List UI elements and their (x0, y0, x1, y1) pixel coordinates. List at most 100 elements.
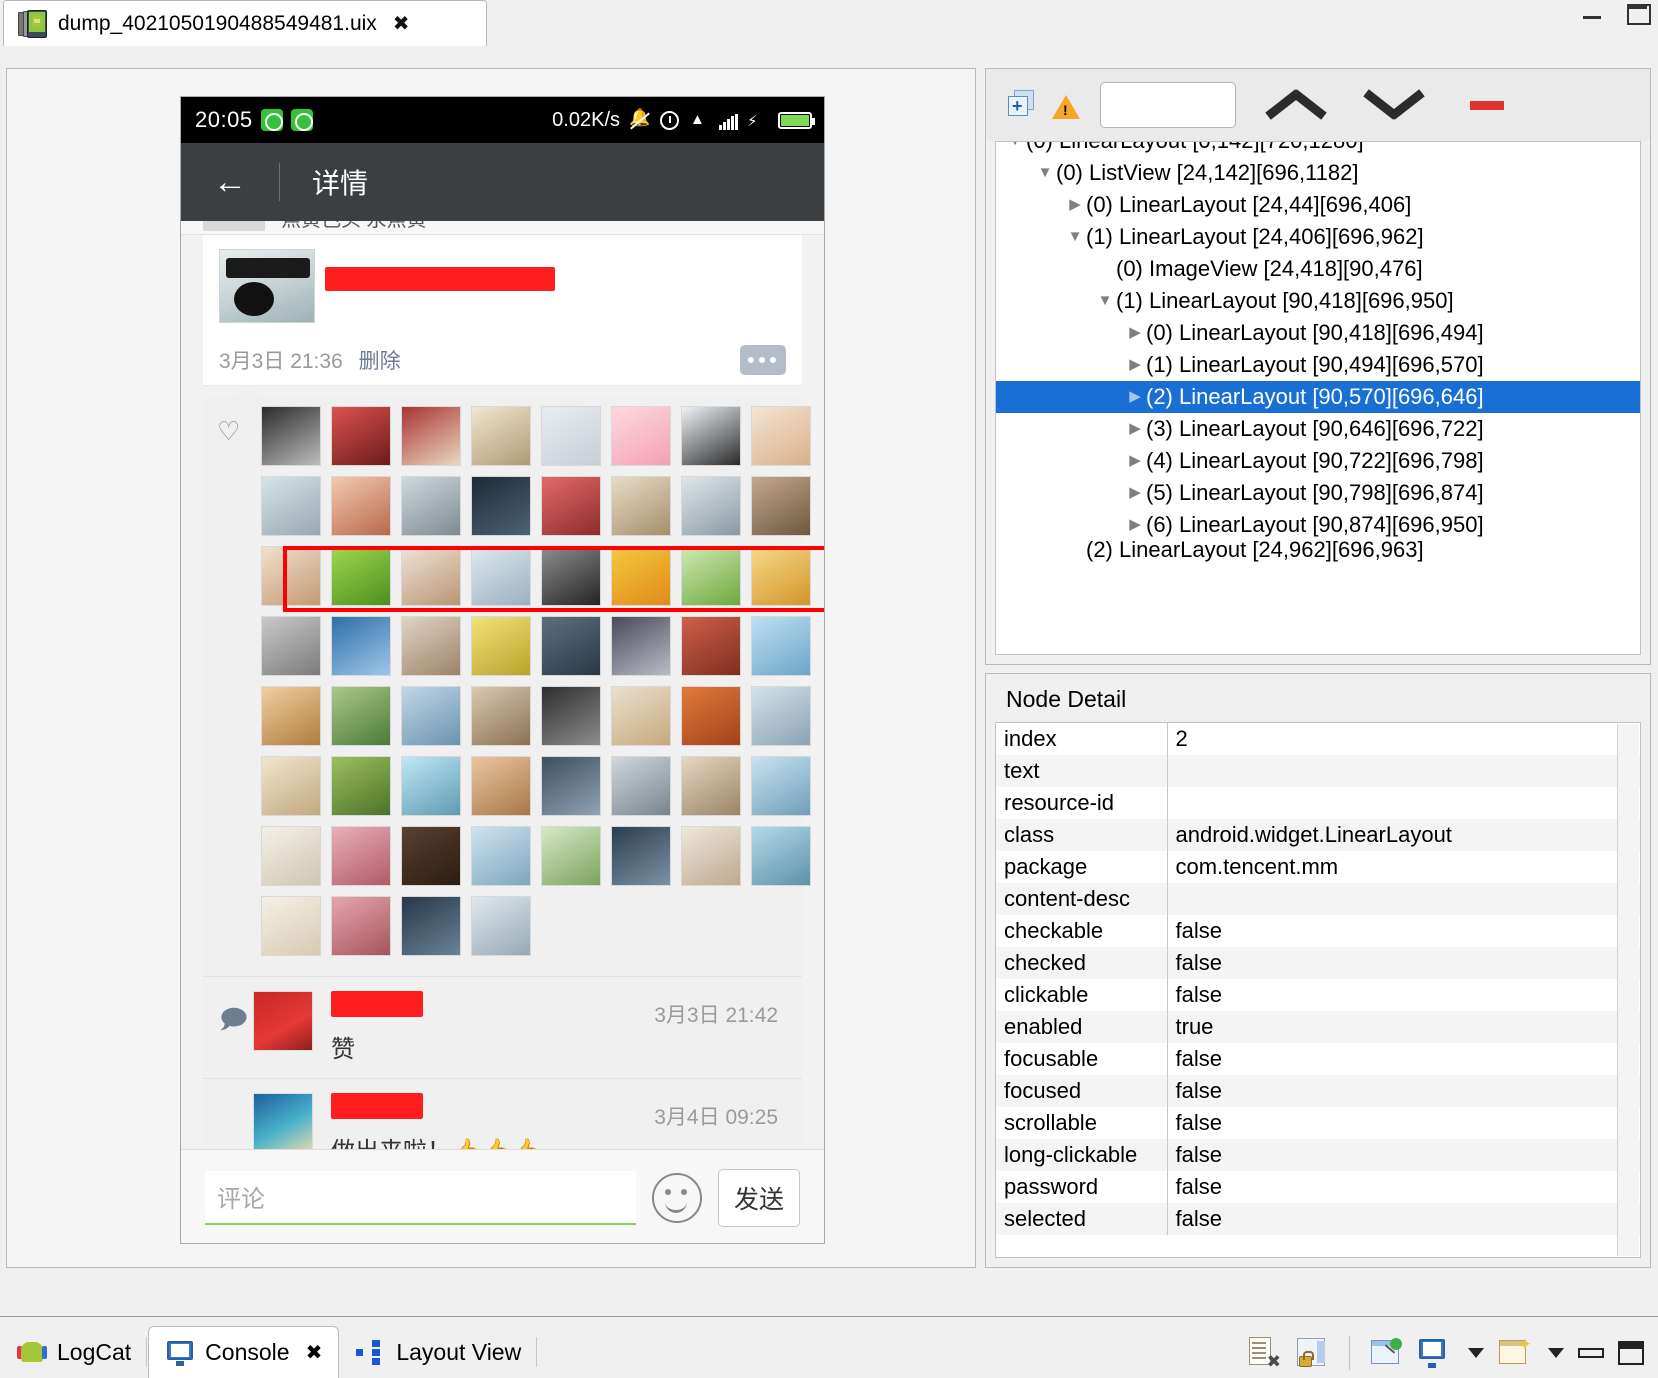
detail-row[interactable]: class android.widget.LinearLayout (996, 819, 1640, 851)
back-arrow-icon[interactable]: ← (213, 165, 247, 199)
tree-row[interactable]: ▼ (0) ListView [24,142][696,1182] (996, 157, 1640, 189)
liker-avatar[interactable] (751, 756, 811, 816)
screenshot-panel[interactable]: 20:05 0.02K/s 🔔 ▲ ⚡ ← 详情 3月3日 21:36 删除 ♡… (6, 68, 976, 1268)
detail-row[interactable]: resource-id (996, 787, 1640, 819)
chevron-down-icon[interactable] (1362, 82, 1432, 128)
detail-row[interactable]: focusable false (996, 1043, 1640, 1075)
editor-tab-dump-file[interactable]: dump_4021050190488549481.uix ✖ (3, 0, 487, 46)
minus-icon[interactable] (1470, 100, 1504, 110)
detail-row[interactable]: selected false (996, 1203, 1640, 1235)
maximize-icon[interactable] (1624, 2, 1651, 25)
liker-avatar[interactable] (471, 476, 531, 536)
liker-avatar[interactable] (401, 896, 461, 956)
liker-avatar[interactable] (401, 476, 461, 536)
liker-avatar[interactable] (541, 756, 601, 816)
liker-avatar[interactable] (541, 546, 601, 606)
liker-avatar[interactable] (471, 616, 531, 676)
tree-row[interactable]: ▶ (4) LinearLayout [90,722][696,798] (996, 445, 1640, 477)
more-dots-icon[interactable] (740, 345, 786, 375)
post-card[interactable]: 3月3日 21:36 删除 (203, 235, 802, 386)
liker-avatar[interactable] (401, 826, 461, 886)
liker-avatar[interactable] (261, 546, 321, 606)
tab-logcat[interactable]: LogCat (0, 1326, 148, 1378)
liker-avatar[interactable] (751, 406, 811, 466)
liker-avatar[interactable] (331, 686, 391, 746)
comment-input-bar[interactable]: 评论 发送 (181, 1149, 824, 1243)
liker-avatar[interactable] (751, 476, 811, 536)
detail-row[interactable]: checked false (996, 947, 1640, 979)
liker-avatar[interactable] (261, 686, 321, 746)
tree-row[interactable]: ▼ (1) LinearLayout [24,406][696,962] (996, 221, 1640, 253)
tree-row-selected[interactable]: ▶ (2) LinearLayout [90,570][696,646] (996, 381, 1640, 413)
detail-row[interactable]: package com.tencent.mm (996, 851, 1640, 883)
node-detail-table-wrap[interactable]: index 2 text resource-id class android.widget… (995, 722, 1641, 1258)
collapse-arrow-icon[interactable]: ▶ (1124, 381, 1146, 413)
liker-avatar[interactable] (611, 686, 671, 746)
chevron-up-icon[interactable] (1264, 82, 1334, 128)
liker-avatar[interactable] (541, 616, 601, 676)
display-selected-console-icon[interactable] (1418, 1337, 1452, 1369)
expand-arrow-icon[interactable]: ▼ (1034, 157, 1056, 189)
node-tree[interactable]: ▼(0) LinearLayout [0,142][720,1280]▼(0) … (995, 141, 1641, 655)
liker-avatar[interactable] (331, 476, 391, 536)
expand-arrow-icon[interactable]: ▼ (1064, 221, 1086, 253)
scroll-lock-icon[interactable] (1295, 1337, 1329, 1369)
detail-scroll-column[interactable] (1617, 724, 1639, 1256)
liker-avatar[interactable] (331, 826, 391, 886)
liker-avatar[interactable] (541, 476, 601, 536)
liker-avatar[interactable] (751, 826, 811, 886)
liker-avatar[interactable] (401, 616, 461, 676)
liker-avatar[interactable] (261, 756, 321, 816)
liker-avatar[interactable] (261, 476, 321, 536)
tree-row[interactable]: ▶ (1) LinearLayout [90,494][696,570] (996, 349, 1640, 381)
moments-detail-feed[interactable]: 焦黄色头 永焦黄 3月3日 21:36 删除 (181, 221, 824, 1243)
liker-avatar[interactable] (681, 756, 741, 816)
avatar[interactable] (253, 991, 313, 1051)
tree-row[interactable]: ▼(0) LinearLayout [0,142][720,1280] (996, 142, 1640, 157)
device-screenshot[interactable]: 20:05 0.02K/s 🔔 ▲ ⚡ ← 详情 3月3日 21:36 删除 ♡… (180, 96, 825, 1244)
close-icon[interactable]: ✖ (306, 1340, 323, 1365)
liker-avatar[interactable] (611, 476, 671, 536)
emoji-icon[interactable] (652, 1172, 702, 1223)
liker-avatar[interactable] (611, 616, 671, 676)
liker-avatar[interactable] (751, 616, 811, 676)
liker-avatar[interactable] (331, 896, 391, 956)
liker-avatar[interactable] (261, 406, 321, 466)
liker-avatar[interactable] (681, 406, 741, 466)
collapse-arrow-icon[interactable]: ▶ (1124, 413, 1146, 445)
liker-avatar[interactable] (331, 546, 391, 606)
comment-input[interactable]: 评论 (205, 1170, 636, 1225)
detail-row[interactable]: index 2 (996, 723, 1640, 755)
liker-avatar[interactable] (611, 756, 671, 816)
search-input[interactable] (1100, 82, 1236, 128)
liker-avatar[interactable] (471, 756, 531, 816)
tree-row[interactable]: ▼ (1) LinearLayout [90,418][696,950] (996, 285, 1640, 317)
tree-row[interactable]: ▶ (5) LinearLayout [90,798][696,874] (996, 477, 1640, 509)
liker-avatar[interactable] (401, 686, 461, 746)
collapse-arrow-icon[interactable]: ▶ (1124, 477, 1146, 509)
detail-row[interactable]: long-clickable false (996, 1139, 1640, 1171)
detail-row[interactable]: enabled true (996, 1011, 1640, 1043)
tab-layout-view[interactable]: Layout View (339, 1326, 538, 1378)
detail-row[interactable]: scrollable false (996, 1107, 1640, 1139)
tree-row[interactable]: ▶ (0) LinearLayout [24,44][696,406] (996, 189, 1640, 221)
minimize-icon[interactable] (1580, 2, 1606, 24)
liker-avatar[interactable] (331, 406, 391, 466)
liker-avatar[interactable] (471, 826, 531, 886)
liker-avatar[interactable] (751, 686, 811, 746)
warning-icon[interactable] (1052, 95, 1080, 119)
liker-avatar[interactable] (751, 546, 811, 606)
minimize-panel-icon[interactable] (1578, 1348, 1604, 1358)
detail-row[interactable]: clickable false (996, 979, 1640, 1011)
liker-avatar-grid[interactable] (261, 406, 821, 966)
maximize-panel-icon[interactable] (1618, 1341, 1644, 1365)
detail-row[interactable]: text (996, 755, 1640, 787)
liker-avatar[interactable] (681, 826, 741, 886)
close-icon[interactable]: ✖ (393, 14, 410, 34)
open-console-icon[interactable]: ✦ (1498, 1335, 1532, 1369)
collapse-arrow-icon[interactable]: ▶ (1124, 349, 1146, 381)
liker-avatar[interactable] (541, 826, 601, 886)
pin-console-icon[interactable] (1370, 1337, 1404, 1369)
liker-avatar[interactable] (331, 616, 391, 676)
chevron-down-icon[interactable] (1548, 1348, 1564, 1358)
